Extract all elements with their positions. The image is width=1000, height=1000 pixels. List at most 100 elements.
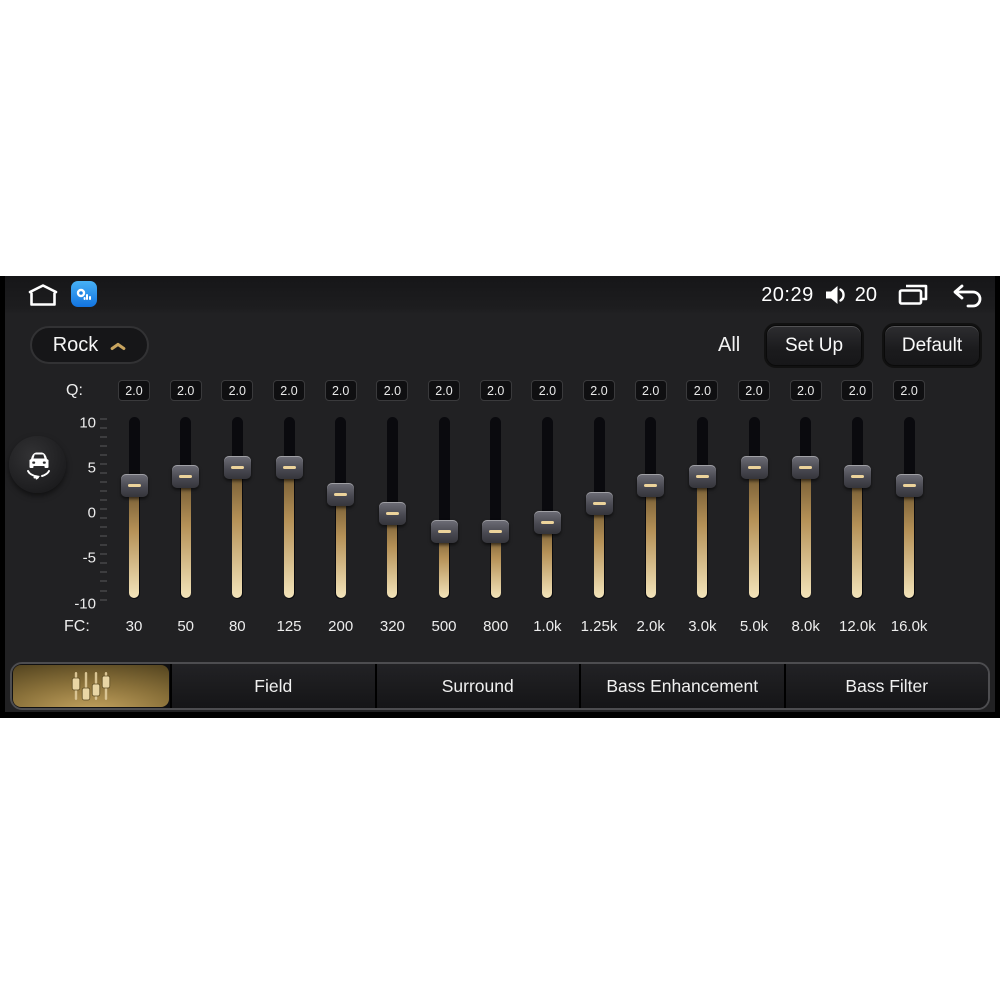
gain-axis-label: 10 [79, 414, 96, 431]
tab-label: Bass Enhancement [606, 675, 759, 696]
q-value-box[interactable]: 2.0 [583, 380, 615, 401]
q-row-label: Q: [66, 382, 83, 399]
band-slider-handle[interactable] [378, 501, 406, 525]
band-slider-handle[interactable] [792, 456, 820, 480]
handle-notch [644, 484, 658, 488]
handle-notch [592, 502, 606, 506]
band-frequency-label: 8.0k [791, 618, 820, 635]
volume-button[interactable] [824, 284, 849, 306]
band-slider-track[interactable] [180, 417, 192, 599]
handle-notch [385, 511, 399, 515]
status-right-cluster: 20:29 20 [761, 276, 984, 314]
default-button[interactable]: Default [884, 325, 980, 366]
handle-notch [489, 529, 503, 533]
band-slider-handle[interactable] [585, 492, 613, 516]
gain-axis-tick [100, 435, 107, 438]
band-slider-track[interactable] [128, 417, 140, 599]
band-frequency-label: 80 [228, 618, 246, 635]
handle-notch [799, 466, 813, 470]
q-value-box[interactable]: 2.0 [531, 380, 564, 401]
band-slider-handle[interactable] [533, 510, 561, 534]
screenshot-page: { "status_bar": { "time": "20:29", "volu… [0, 0, 1000, 1000]
gain-axis-tick [100, 589, 107, 592]
band-slider-handle[interactable] [275, 456, 303, 480]
band-slider-track[interactable] [283, 417, 295, 599]
gain-axis-tick [100, 598, 107, 601]
q-value-box[interactable]: 2.0 [479, 380, 512, 401]
gain-axis-tick [100, 553, 107, 556]
band-slider-handle[interactable] [120, 474, 148, 498]
band-slider-track[interactable] [851, 417, 863, 599]
q-value-box[interactable]: 2.0 [221, 380, 254, 401]
preset-dropdown[interactable]: Rock [30, 326, 149, 364]
q-value-box[interactable]: 2.0 [428, 380, 460, 401]
tab-equalizer[interactable] [13, 665, 169, 707]
gain-axis-tick [100, 498, 107, 501]
home-button[interactable] [26, 283, 60, 307]
band-slider-handle[interactable] [430, 519, 458, 543]
band-slider-track[interactable] [438, 417, 450, 599]
gain-axis-tick [100, 517, 107, 520]
back-button[interactable] [952, 283, 984, 308]
handle-notch [179, 475, 193, 479]
band-slider-handle[interactable] [895, 474, 923, 498]
q-value-box[interactable]: 2.0 [738, 380, 770, 401]
band-slider-track[interactable] [748, 417, 760, 599]
band-slider-handle[interactable] [637, 474, 665, 498]
handle-notch [850, 475, 864, 479]
q-value-box[interactable]: 2.0 [841, 380, 874, 401]
tab-bass-filter[interactable]: Bass Filter [783, 664, 988, 708]
band-slider-track[interactable] [800, 417, 812, 599]
band-frequency-label: 320 [379, 618, 405, 635]
q-value-box[interactable]: 2.0 [893, 380, 926, 401]
q-value-box[interactable]: 2.0 [376, 380, 409, 401]
tab-label: Surround [441, 675, 514, 696]
chevron-up-icon [110, 342, 126, 351]
tab-label: Bass Filter [845, 675, 929, 696]
band-frequency-label: 1.0k [533, 618, 562, 635]
gain-axis-tick [100, 480, 107, 483]
q-value-box[interactable]: 2.0 [634, 380, 667, 401]
gain-axis-tick [100, 426, 107, 429]
band-slider-handle[interactable] [172, 465, 200, 489]
handle-notch [747, 466, 761, 470]
status-bar: 20:29 20 [0, 276, 1000, 314]
setup-button[interactable]: Set Up [766, 325, 862, 366]
band-slider-track[interactable] [696, 417, 708, 599]
gain-axis-tick [100, 508, 107, 510]
band-frequency-label: 50 [177, 618, 195, 635]
recent-apps-button[interactable] [897, 283, 930, 307]
handle-notch [695, 475, 709, 479]
band-slider-track[interactable] [903, 417, 915, 599]
band-slider-track[interactable] [645, 417, 657, 599]
band-slider-handle[interactable] [482, 519, 510, 543]
tab-surround[interactable]: Surround [374, 664, 579, 708]
band-slider-track[interactable] [541, 417, 553, 599]
band-slider-handle[interactable] [843, 465, 871, 489]
q-value-box[interactable]: 2.0 [273, 380, 305, 401]
gain-axis-tick [100, 417, 107, 420]
band-slider-handle[interactable] [740, 456, 768, 480]
band-frequency-label: 30 [125, 618, 143, 635]
eq-app-button[interactable] [71, 281, 97, 307]
band-frequency-label: 2.0k [636, 618, 665, 635]
q-value-box[interactable]: 2.0 [118, 380, 150, 401]
band-frequency-label: 800 [483, 618, 509, 635]
tab-field[interactable]: Field [170, 664, 375, 708]
band-slider-handle[interactable] [327, 483, 355, 507]
band-slider-handle[interactable] [688, 465, 716, 489]
handle-notch [902, 484, 916, 488]
q-value-box[interactable]: 2.0 [324, 380, 357, 401]
q-value-box[interactable]: 2.0 [789, 380, 822, 401]
tab-bass-enhancement[interactable]: Bass Enhancement [579, 664, 784, 708]
band-slider-track[interactable] [231, 417, 243, 599]
q-value-box[interactable]: 2.0 [169, 380, 202, 401]
speaker-icon [825, 286, 845, 304]
band-slider-track[interactable] [490, 417, 502, 599]
gain-axis-label: -10 [74, 595, 96, 612]
band-slider-handle[interactable] [223, 456, 251, 480]
q-value-box[interactable]: 2.0 [686, 380, 719, 401]
band-slider-track[interactable] [335, 417, 347, 599]
screen-right-bezel [995, 276, 1000, 718]
gain-axis-tick [100, 562, 107, 565]
